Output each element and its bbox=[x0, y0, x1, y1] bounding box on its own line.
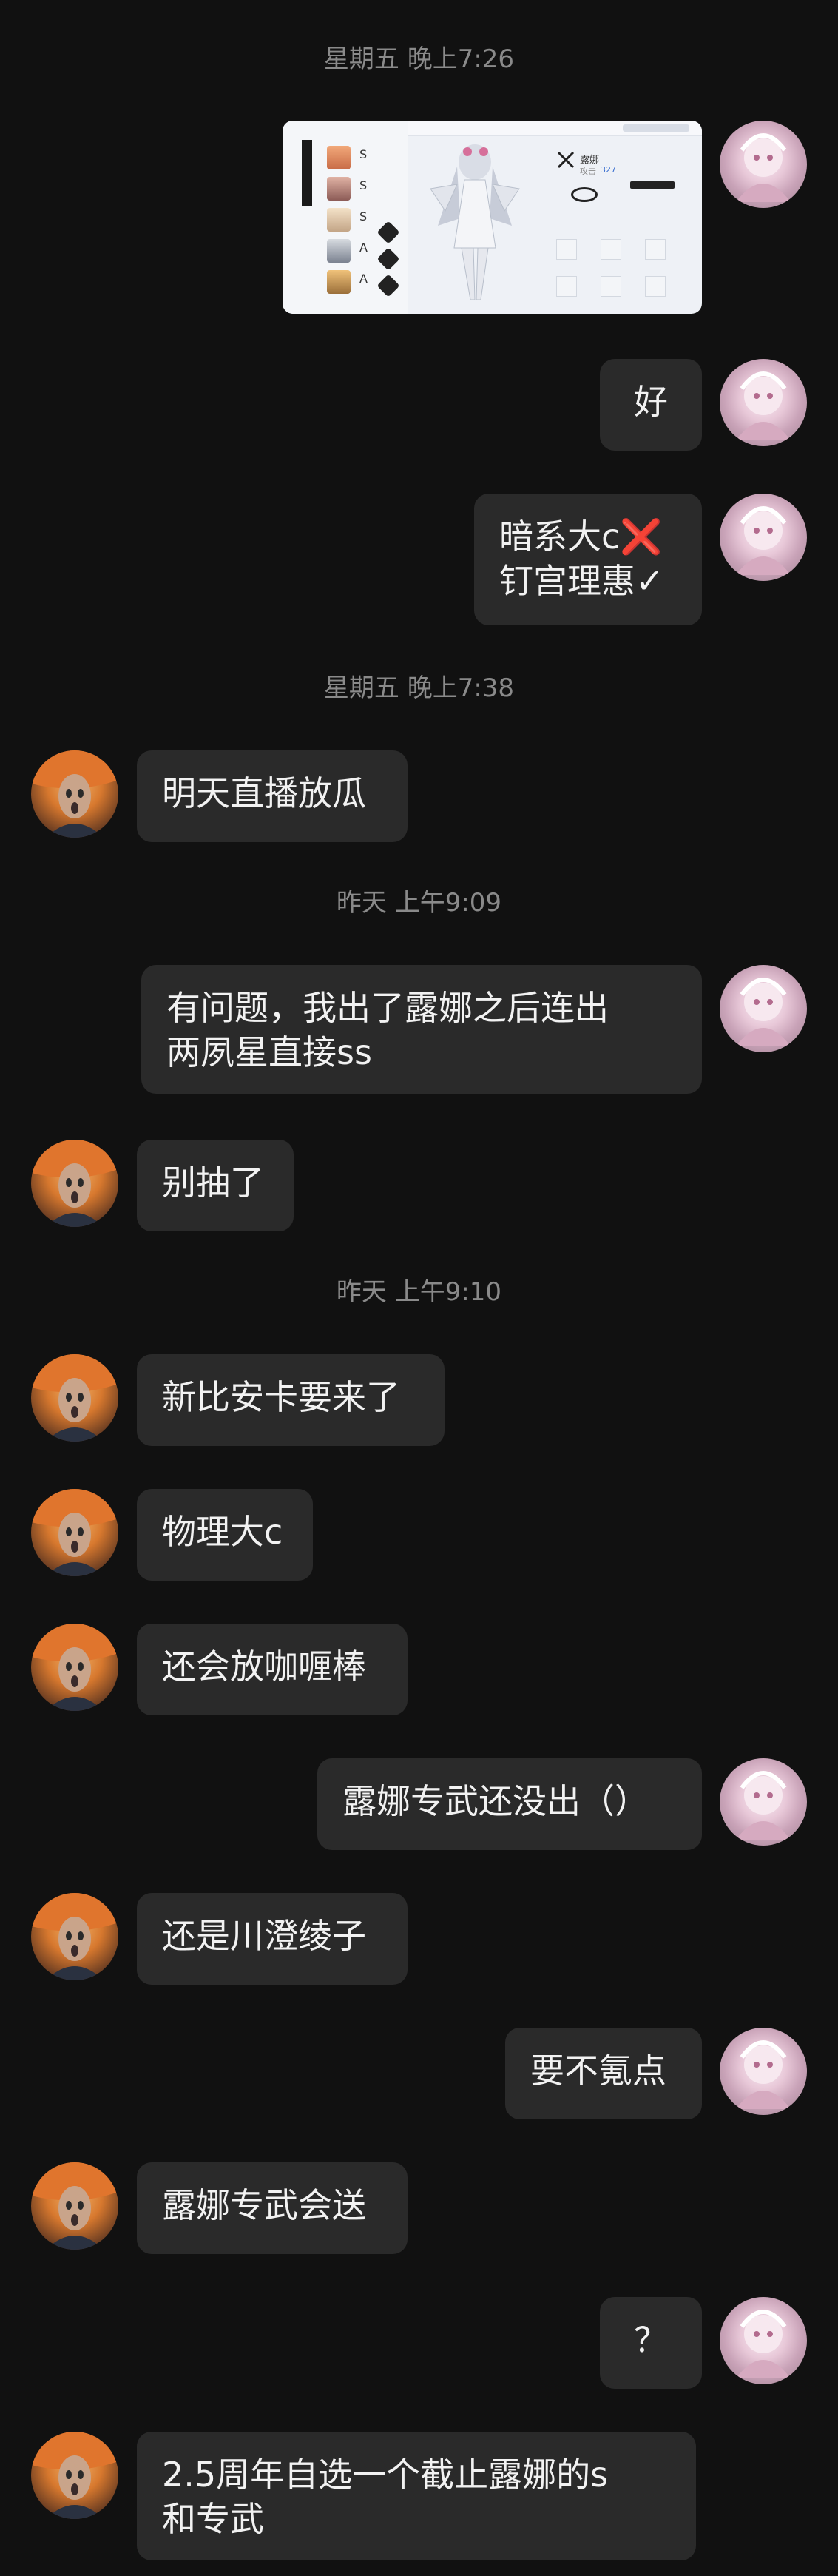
anime-girl-avatar-icon bbox=[736, 133, 791, 202]
message-bubble[interactable]: 还是川澄绫子 bbox=[137, 1893, 408, 1985]
scream-painting-avatar-icon bbox=[31, 1893, 118, 1980]
attack-label: 攻击 bbox=[580, 167, 596, 176]
message-bubble[interactable]: 还会放咖喱棒 bbox=[137, 1624, 408, 1715]
friend-avatar[interactable] bbox=[31, 2432, 118, 2519]
character-portrait bbox=[327, 208, 351, 232]
anime-girl-avatar-icon bbox=[736, 506, 791, 575]
level-value: 327 bbox=[601, 165, 616, 175]
anime-girl-avatar-icon bbox=[736, 1771, 791, 1840]
anime-girl-avatar-icon bbox=[736, 2040, 791, 2109]
message-bubble[interactable]: 露娜专武还没出（） bbox=[317, 1758, 702, 1850]
self-avatar[interactable] bbox=[720, 2297, 807, 2384]
self-avatar[interactable] bbox=[720, 2028, 807, 2115]
equipment-slot bbox=[601, 239, 621, 260]
self-avatar[interactable] bbox=[720, 359, 807, 446]
friend-avatar[interactable] bbox=[31, 750, 118, 838]
equipment-slot bbox=[645, 239, 666, 260]
message-bubble[interactable]: 明天直播放瓜 bbox=[137, 750, 408, 842]
chat-conversation: 星期五 晚上7:26 S S S A A 露娜 327 攻击 好 暗系大c❌ 钉… bbox=[0, 0, 838, 2576]
timestamp: 星期五 晚上7:38 bbox=[323, 673, 515, 703]
message-bubble[interactable]: 露娜专武会送 bbox=[137, 2162, 408, 2254]
rank-label: A bbox=[359, 272, 368, 286]
message-bubble[interactable]: 物理大c bbox=[137, 1489, 313, 1581]
rank-label: S bbox=[359, 147, 368, 161]
self-avatar[interactable] bbox=[720, 494, 807, 581]
friend-avatar[interactable] bbox=[31, 1624, 118, 1711]
character-row: S bbox=[327, 146, 401, 172]
character-row: S bbox=[327, 177, 401, 204]
equipment-slot bbox=[556, 239, 577, 260]
scream-painting-avatar-icon bbox=[31, 750, 118, 838]
friend-avatar[interactable] bbox=[31, 1893, 118, 1980]
scream-painting-avatar-icon bbox=[31, 1624, 118, 1711]
anime-girl-avatar-icon bbox=[736, 2310, 791, 2378]
rank-label: S bbox=[359, 178, 368, 192]
currency-bar bbox=[623, 124, 689, 132]
timestamp: 昨天 上午9:10 bbox=[336, 1277, 502, 1307]
anime-girl-avatar-icon bbox=[736, 978, 791, 1046]
weapon-ring-icon bbox=[571, 187, 598, 202]
friend-avatar[interactable] bbox=[31, 2162, 118, 2250]
friend-avatar[interactable] bbox=[31, 1489, 118, 1576]
character-portrait bbox=[327, 270, 351, 294]
character-figure bbox=[430, 144, 520, 300]
character-portrait bbox=[327, 146, 351, 169]
category-tab bbox=[302, 140, 312, 206]
game-screenshot-image[interactable]: S S S A A 露娜 327 攻击 bbox=[283, 121, 702, 314]
scream-painting-avatar-icon bbox=[31, 1140, 118, 1227]
equipment-slot bbox=[556, 276, 577, 297]
character-portrait bbox=[327, 239, 351, 263]
friend-avatar[interactable] bbox=[31, 1140, 118, 1227]
scream-painting-avatar-icon bbox=[31, 1354, 118, 1442]
message-bubble[interactable]: 别抽了 bbox=[137, 1140, 294, 1231]
scream-painting-avatar-icon bbox=[31, 2432, 118, 2519]
equipment-slot bbox=[601, 276, 621, 297]
character-list-panel: S S S A A bbox=[283, 121, 408, 314]
faction-icon bbox=[556, 150, 575, 169]
weapon-badge bbox=[630, 181, 675, 189]
message-bubble[interactable]: ？ bbox=[600, 2297, 702, 2389]
character-name: 露娜 bbox=[580, 155, 600, 166]
anime-girl-avatar-icon bbox=[736, 371, 791, 440]
timestamp: 星期五 晚上7:26 bbox=[323, 44, 515, 74]
equipment-slot bbox=[645, 276, 666, 297]
self-avatar[interactable] bbox=[720, 965, 807, 1052]
message-bubble[interactable]: 新比安卡要来了 bbox=[137, 1354, 445, 1446]
scream-painting-avatar-icon bbox=[31, 1489, 118, 1576]
message-bubble[interactable]: 有问题，我出了露娜之后连出 两夙星直接ss bbox=[141, 965, 702, 1094]
scream-painting-avatar-icon bbox=[31, 2162, 118, 2250]
message-bubble[interactable]: 暗系大c❌ 钉宫理惠✓ bbox=[474, 494, 702, 625]
message-bubble[interactable]: 要不氪点 bbox=[505, 2028, 702, 2119]
rank-label: A bbox=[359, 241, 368, 255]
message-bubble[interactable]: 2.5周年自选一个截止露娜的s 和专武 bbox=[137, 2432, 696, 2560]
message-bubble[interactable]: 好 bbox=[600, 359, 702, 451]
self-avatar[interactable] bbox=[720, 121, 807, 208]
rank-label: S bbox=[359, 209, 368, 223]
timestamp: 昨天 上午9:09 bbox=[336, 888, 502, 918]
character-portrait bbox=[327, 177, 351, 201]
friend-avatar[interactable] bbox=[31, 1354, 118, 1442]
self-avatar[interactable] bbox=[720, 1758, 807, 1846]
